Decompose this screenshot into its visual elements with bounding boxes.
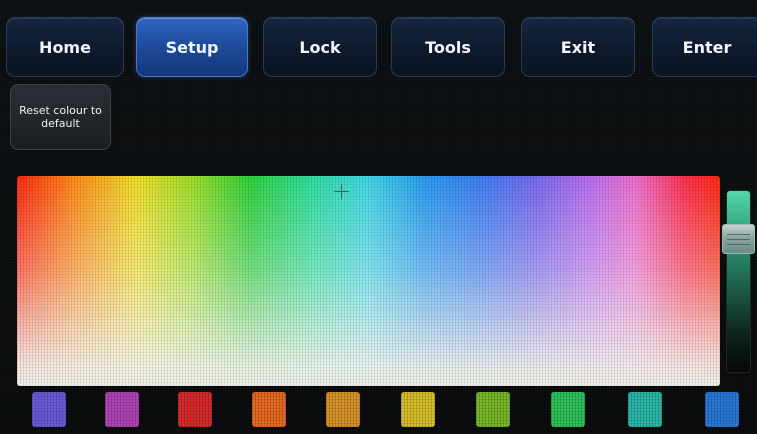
colour-picker-field[interactable] [17,176,720,386]
slider-grip-line [727,244,750,245]
reset-colour-button[interactable]: Reset colour to default [10,84,111,150]
enter-button[interactable]: Enter [652,17,757,77]
setup-button[interactable]: Setup [136,17,248,77]
brightness-slider-track[interactable] [726,190,751,373]
colour-swatch[interactable] [628,392,662,427]
setup-screen: Home Setup Lock Tools Exit Enter Reset c… [0,0,757,434]
slider-grip-line [727,239,750,240]
colour-swatch[interactable] [32,392,66,427]
colour-swatch[interactable] [401,392,435,427]
colour-swatch[interactable] [551,392,585,427]
slider-grip-line [727,234,750,235]
crosshair-icon[interactable] [334,184,349,199]
brightness-slider-handle[interactable] [722,224,755,254]
top-navigation: Home Setup Lock Tools Exit Enter [0,0,757,80]
tools-button[interactable]: Tools [391,17,505,77]
colour-swatch[interactable] [705,392,739,427]
lock-button[interactable]: Lock [263,17,377,77]
colour-swatch[interactable] [252,392,286,427]
colour-swatch[interactable] [105,392,139,427]
home-button[interactable]: Home [6,17,124,77]
colour-swatch[interactable] [476,392,510,427]
colour-field-texture [17,176,720,386]
exit-button[interactable]: Exit [521,17,635,77]
colour-swatch[interactable] [326,392,360,427]
colour-swatch[interactable] [178,392,212,427]
